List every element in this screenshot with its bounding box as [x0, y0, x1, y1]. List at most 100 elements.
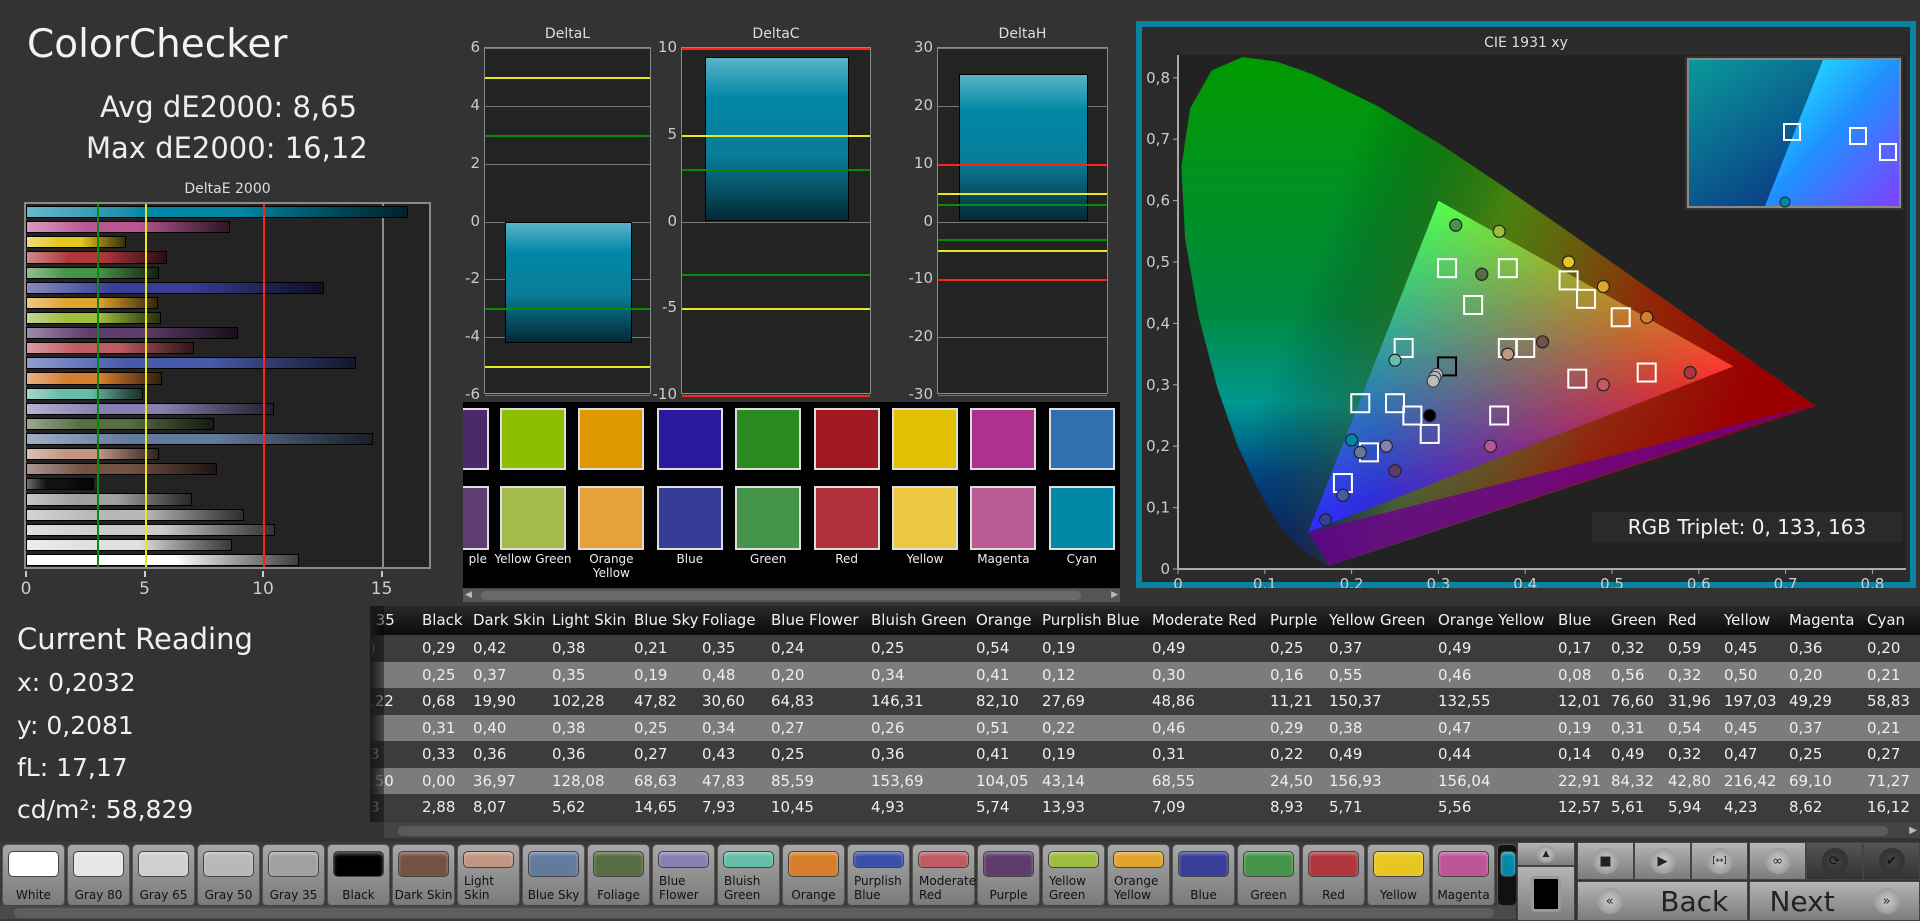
patch-button[interactable]: Gray 50 [197, 844, 260, 906]
column-header[interactable]: Orange Yellow [1438, 606, 1544, 635]
patch-button[interactable]: Purplish Blue [847, 844, 910, 906]
scroll-thumb[interactable] [481, 591, 1081, 600]
patch-button[interactable]: Orange Yellow [1107, 844, 1170, 906]
stop-button[interactable]: ■ [1577, 842, 1634, 880]
patch-button[interactable]: Gray 80 [67, 844, 130, 906]
swatch-scrollbar[interactable]: ◀ ▶ [463, 588, 1120, 602]
patch-label: Gray 65 [139, 888, 188, 902]
column-header[interactable]: Blue [1558, 606, 1591, 635]
table-scroll-right-icon[interactable]: ▶ [1909, 825, 1917, 836]
table-cell: 0,21 [634, 639, 668, 657]
patch-button[interactable]: Blue Flower [652, 844, 715, 906]
column-header[interactable]: Blue Flower [771, 606, 859, 635]
column-header[interactable]: Purplish Blue [1042, 606, 1140, 635]
column-header[interactable]: Bluish Green [871, 606, 967, 635]
column-header[interactable]: Magenta [1789, 606, 1854, 635]
swatch-target [970, 408, 1037, 470]
x-tick-label: 10 [252, 579, 274, 599]
patch-button[interactable]: Purple [977, 844, 1040, 906]
table-cell: 5,94 [1668, 798, 1702, 816]
patch-button[interactable]: Magenta [1432, 844, 1495, 906]
column-header[interactable]: Green [1611, 606, 1656, 635]
deltae-bar [26, 417, 214, 430]
next-button[interactable]: Next » [1749, 881, 1920, 921]
patch-button[interactable]: Dark Skin [392, 844, 455, 906]
table-cell: 0,25 [634, 718, 668, 737]
table-scroll-thumb[interactable] [398, 826, 1888, 836]
table-scrollbar[interactable]: ▶ [384, 822, 1920, 838]
column-header[interactable]: Cyan [1867, 606, 1905, 635]
patch-button[interactable]: Moderate Red [912, 844, 976, 906]
column-header[interactable]: Yellow [1724, 606, 1770, 635]
cie-chart-panel: CIE 1931 xy 0 0,1 0,2 0,3 0,4 0,5 0,6 0,7 0,8 0 0,… [1136, 21, 1916, 588]
scroll-up-button[interactable]: ▲ [1517, 842, 1575, 866]
patch-color-chip [723, 851, 774, 868]
play-button[interactable]: ▶ [1634, 842, 1691, 880]
y-tick-label: 0 [470, 211, 480, 230]
measured-point [1336, 488, 1350, 502]
threshold-line [682, 134, 870, 137]
strip-scrollbar[interactable] [0, 905, 1516, 919]
column-header[interactable]: Yellow Green [1329, 606, 1425, 635]
table-cell: 197,03 [1724, 692, 1777, 710]
patch-button[interactable]: Orange [782, 844, 845, 906]
results-table: y 35BlackDark SkinLight SkinBlue SkyFoli… [370, 606, 1920, 822]
patch-button[interactable]: Light Skin [457, 844, 520, 906]
column-header[interactable]: Foliage [702, 606, 756, 635]
stop-square-button[interactable] [1517, 866, 1575, 921]
patch-button[interactable]: Black [327, 844, 390, 906]
refresh-icon: ⟳ [1821, 848, 1848, 874]
deltae-chart [24, 202, 431, 569]
deltae-bar [26, 236, 127, 249]
patch-button[interactable]: Green [1237, 844, 1300, 906]
y-tick-label: 6 [470, 38, 480, 56]
back-button[interactable]: « Back [1577, 881, 1748, 921]
check-button[interactable]: ✔ [1863, 842, 1920, 880]
y-tick-label: 5 [667, 124, 677, 143]
measured-point [1318, 513, 1333, 527]
patch-button[interactable]: Gray 35 [262, 844, 325, 906]
column-header[interactable]: Purple [1270, 606, 1317, 635]
column-header[interactable]: Black [422, 606, 463, 635]
patch-button[interactable]: Blue Sky [522, 844, 585, 906]
table-cell: 7,09 [1152, 798, 1186, 816]
patch-button[interactable]: Yellow Green [1042, 844, 1105, 906]
patch-color-chip [1048, 851, 1099, 868]
table-cell: 0,38 [552, 718, 586, 737]
patch-button[interactable]: Gray 65 [132, 844, 195, 906]
column-header[interactable]: Red [1668, 606, 1697, 635]
table-cell: 82,10 [976, 692, 1019, 710]
deltae-bar [26, 281, 324, 294]
table-cell: 0,25 [422, 665, 456, 684]
patch-button[interactable] [1497, 844, 1516, 906]
column-header[interactable]: Orange [976, 606, 1031, 635]
scroll-right-icon[interactable]: ▶ [1111, 590, 1118, 600]
bracket-button[interactable]: [↔] [1691, 842, 1748, 880]
patch-button[interactable]: Foliage [587, 844, 650, 906]
column-header[interactable]: Dark Skin [473, 606, 545, 635]
patch-button[interactable]: Red [1302, 844, 1365, 906]
table-cell: 0,40 [473, 718, 507, 737]
x-tick-label: 0,1 [1253, 575, 1277, 588]
refresh-button[interactable]: ⟳ [1806, 842, 1863, 880]
patch-button[interactable]: White [2, 844, 65, 906]
delta-bar [505, 221, 632, 343]
column-header[interactable]: Light Skin [552, 606, 626, 635]
threshold-line [938, 279, 1107, 282]
table-cell: 0,47 [1438, 718, 1472, 737]
table-cell: 0,37 [473, 665, 507, 684]
column-header[interactable]: Blue Sky [634, 606, 699, 635]
table-cell: 153,69 [871, 771, 924, 790]
scroll-left-icon[interactable]: ◀ [465, 590, 472, 600]
strip-scroll-thumb[interactable] [14, 908, 1494, 918]
table-cell: 0,41 [976, 665, 1010, 684]
loop-button[interactable]: ∞ [1749, 842, 1806, 880]
patch-color-chip [918, 851, 969, 868]
delta-chart [937, 47, 1108, 396]
x-tick-label: 0,5 [1600, 575, 1624, 588]
y-tick-label: 10 [913, 153, 933, 172]
column-header[interactable]: Moderate Red [1152, 606, 1257, 635]
patch-button[interactable]: Yellow [1367, 844, 1430, 906]
patch-button[interactable]: Bluish Green [717, 844, 780, 906]
patch-button[interactable]: Blue [1172, 844, 1235, 906]
